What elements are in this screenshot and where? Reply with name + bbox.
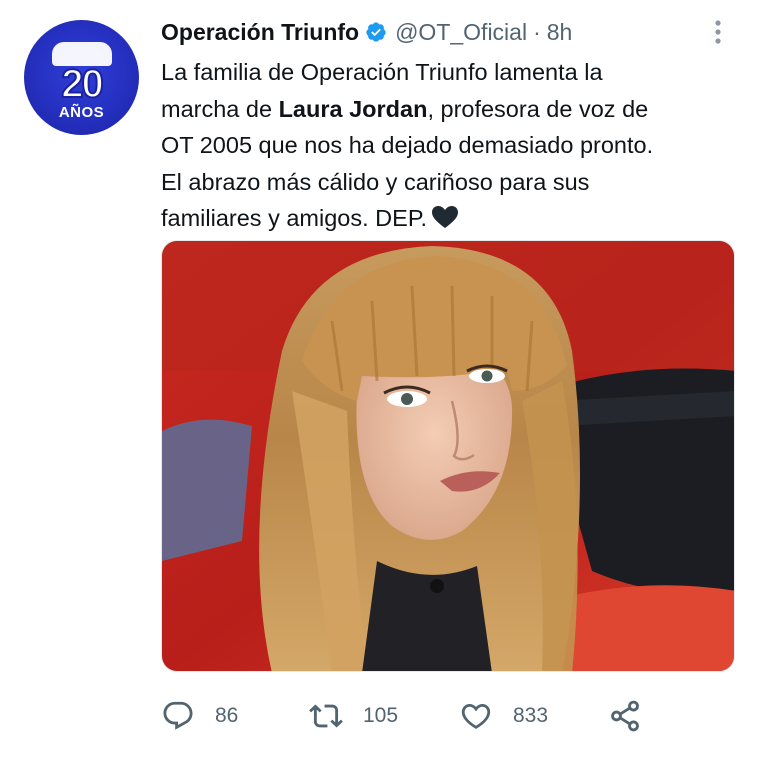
tweet-header: Operación Triunfo @OT_Oficial · 8h [161, 17, 572, 47]
more-options-icon[interactable] [708, 17, 728, 47]
tweet-line-2-post: , profesora de voz de [427, 95, 649, 122]
like-count: 833 [513, 704, 549, 727]
separator-dot: · [533, 18, 541, 45]
reply-icon[interactable] [161, 699, 195, 733]
avatar-logo-subtext: AÑOS [58, 104, 105, 121]
avatar[interactable]: 20 AÑOS [24, 20, 139, 135]
reply-count: 86 [215, 704, 239, 727]
tweet-line-5: familiares y amigos. DEP. [161, 205, 427, 231]
tweet-photo[interactable] [161, 240, 735, 672]
avatar-logo-number: 20 [60, 62, 105, 106]
tweet-line-4: El abrazo más cálido y cariñoso para sus [161, 168, 590, 195]
verified-badge-icon [366, 22, 386, 42]
like-action[interactable]: 833 [459, 696, 548, 736]
retweet-icon[interactable] [309, 699, 343, 733]
portrait-image [162, 241, 734, 671]
account-handle[interactable]: @OT_Oficial [395, 19, 527, 46]
tweet-timestamp[interactable]: 8h [547, 19, 573, 46]
tweet-line-1: La familia de Operación Triunfo lamenta … [161, 59, 603, 85]
reply-action[interactable]: 86 [161, 696, 238, 736]
tweet-actions: 86 105 833 [161, 696, 721, 736]
like-icon[interactable] [459, 699, 493, 733]
tweet-line-3: OT 2005 que nos ha dejado demasiado pron… [161, 132, 654, 158]
tweet-line-2-pre: marcha de [161, 95, 279, 122]
share-icon[interactable] [608, 699, 642, 733]
mentioned-name: Laura Jordan [278, 95, 428, 122]
retweet-count: 105 [363, 704, 399, 727]
retweet-action[interactable]: 105 [309, 696, 398, 736]
share-action[interactable] [608, 696, 642, 736]
account-name[interactable]: Operación Triunfo [161, 19, 359, 46]
black-heart-emoji-icon [432, 206, 458, 228]
tweet-text: La familia de Operación Triunfo lamenta … [161, 54, 741, 237]
